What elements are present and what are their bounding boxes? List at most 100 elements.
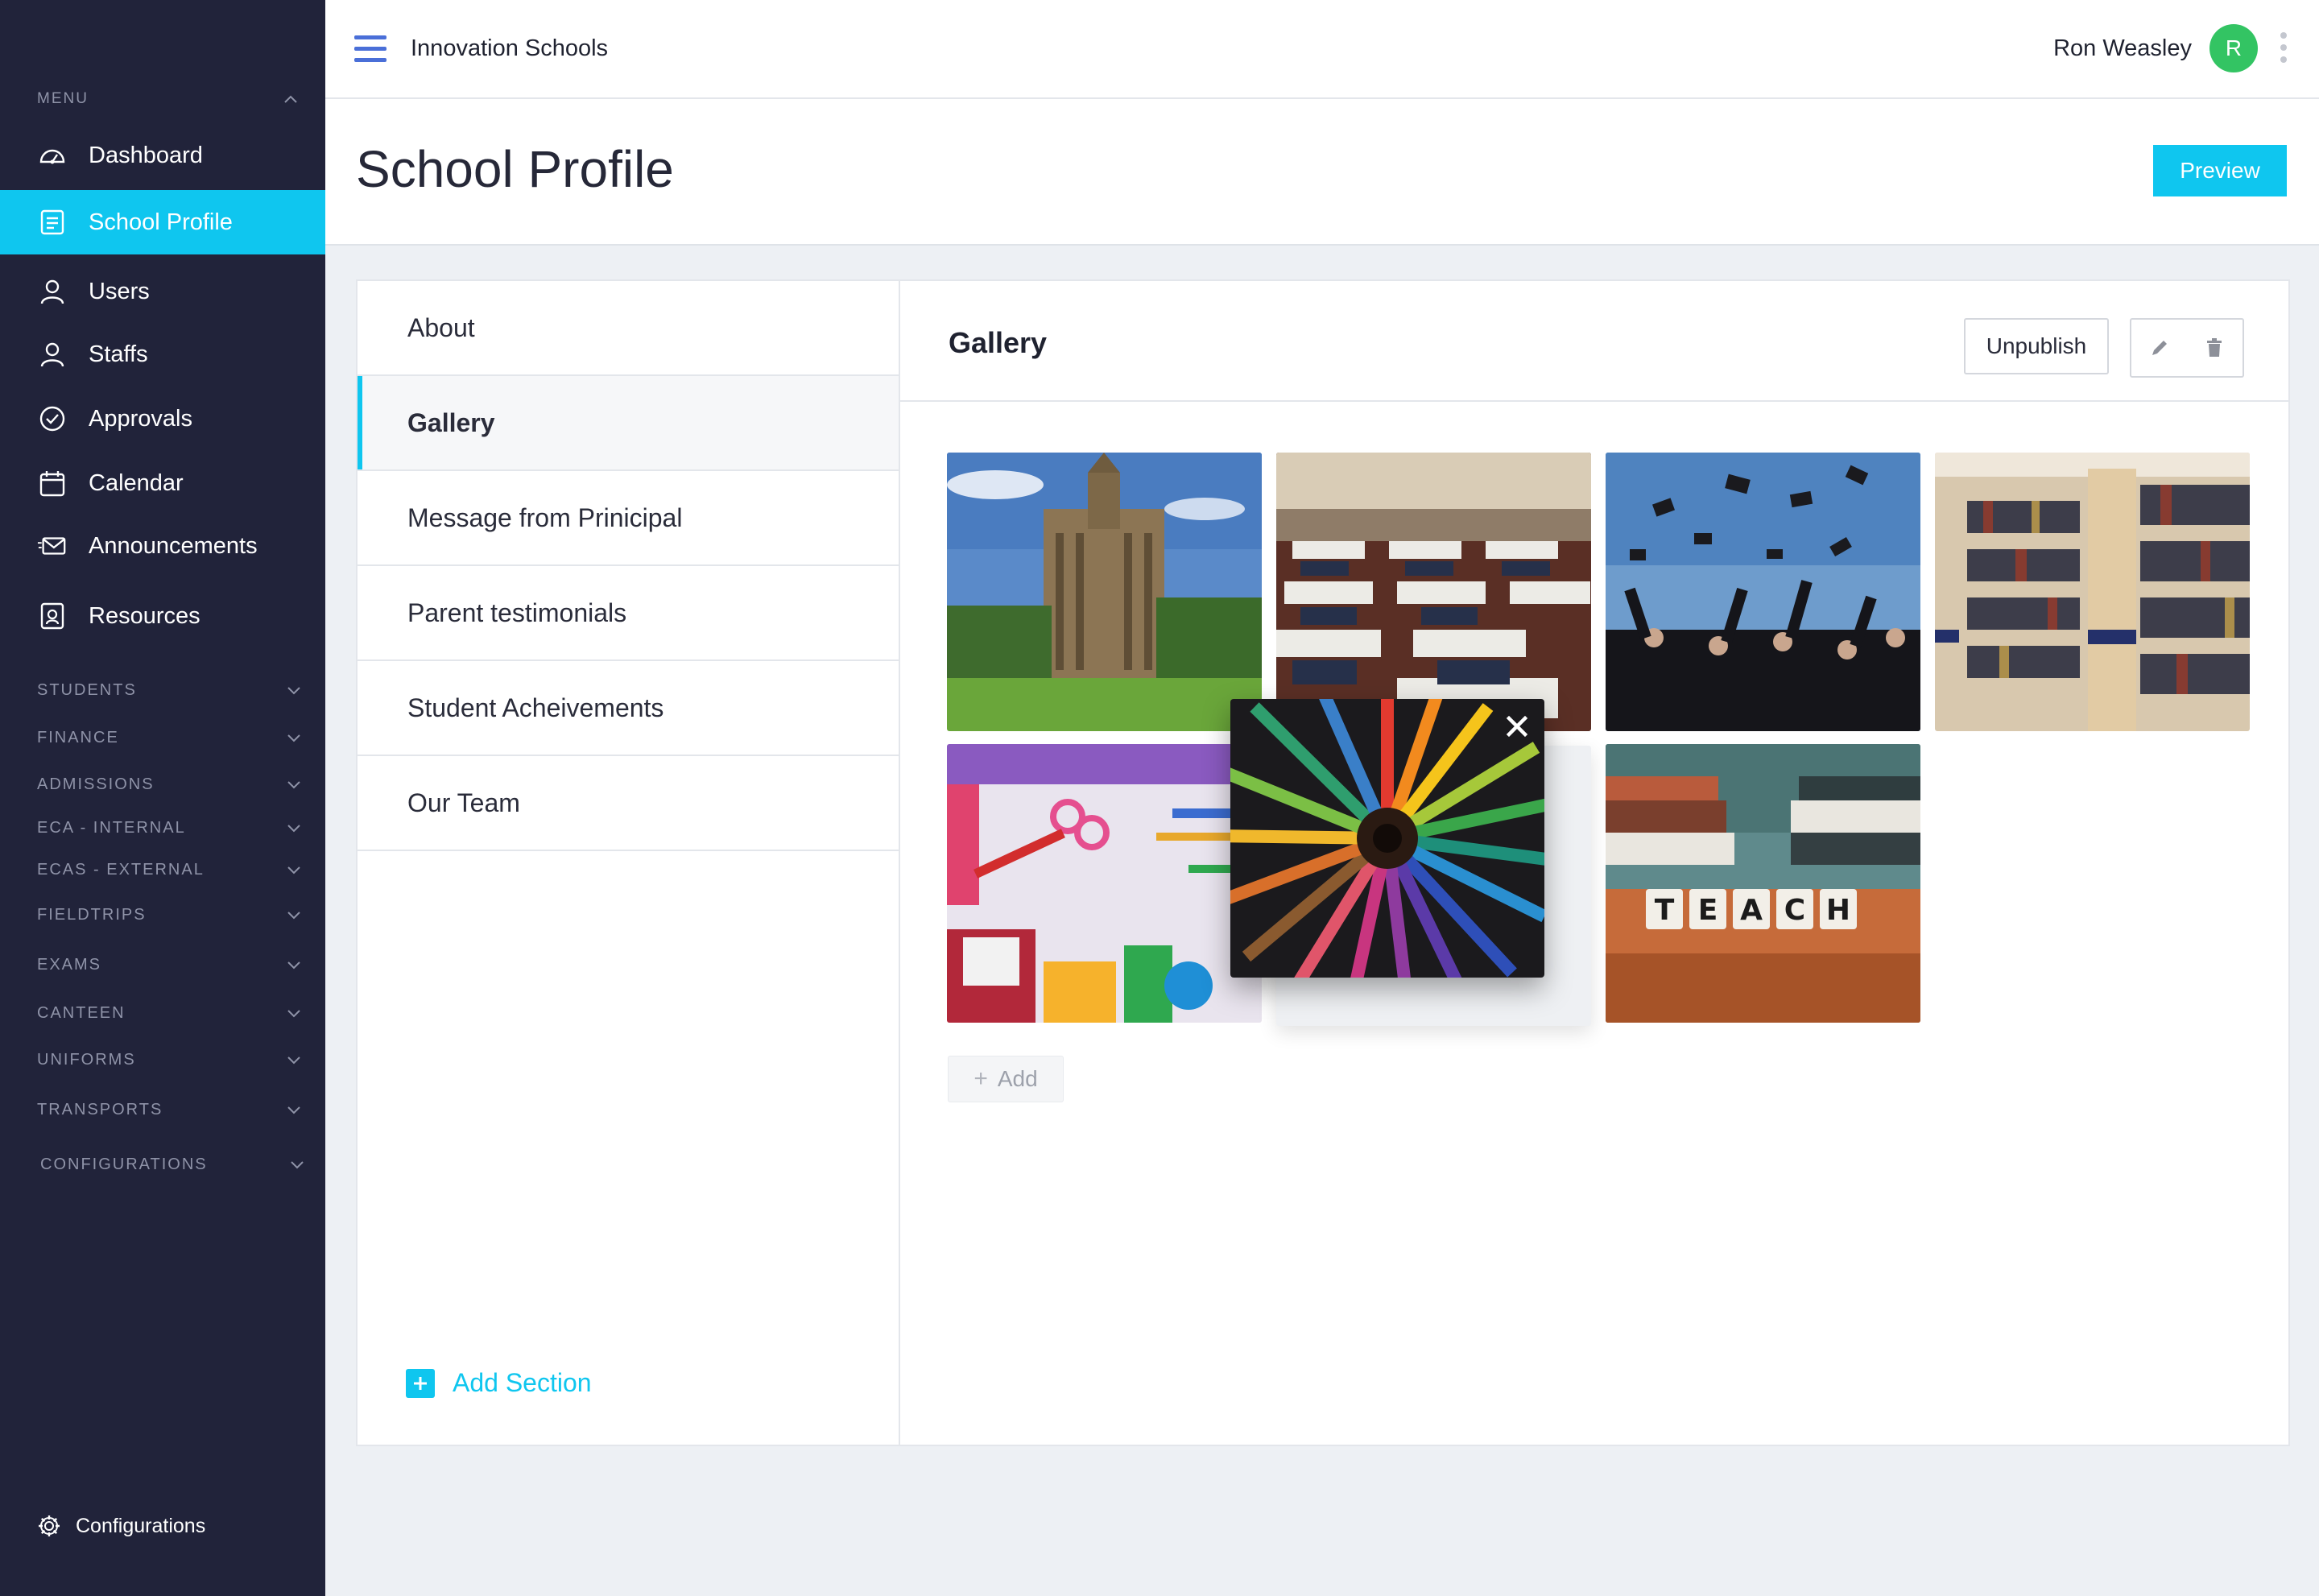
sections-panel: About Gallery Message from Prinicipal Pa… bbox=[356, 279, 900, 1446]
gallery-image-supplies[interactable] bbox=[947, 744, 1262, 1023]
chevron-down-icon bbox=[287, 961, 300, 970]
edit-button[interactable] bbox=[2130, 318, 2189, 378]
classroom-image bbox=[1276, 453, 1591, 731]
university-building-image bbox=[947, 453, 1262, 731]
chevron-up-icon[interactable] bbox=[282, 91, 300, 109]
chevron-down-icon bbox=[287, 687, 300, 695]
dragging-image-pencils[interactable] bbox=[1230, 699, 1544, 978]
gear-icon bbox=[39, 1515, 60, 1536]
nav-resources[interactable]: Resources bbox=[0, 584, 325, 648]
section-student-achievements[interactable]: Student Acheivements bbox=[358, 661, 900, 756]
gallery-header: Gallery Unpublish bbox=[900, 281, 2288, 402]
calendar-icon bbox=[37, 468, 68, 498]
configurations-link[interactable]: Configurations bbox=[37, 1514, 205, 1538]
nav-users[interactable]: Users bbox=[0, 259, 325, 324]
group-canteen[interactable]: CANTEEN bbox=[37, 999, 303, 1027]
gallery-image-teach[interactable]: TEACH bbox=[1606, 744, 1920, 1023]
chevron-down-icon bbox=[287, 1056, 300, 1065]
group-label: FIELDTRIPS bbox=[37, 905, 147, 924]
chevron-down-icon bbox=[287, 1010, 300, 1018]
nav-label: Staffs bbox=[89, 341, 148, 367]
add-section-button[interactable]: Add Section bbox=[406, 1368, 592, 1398]
section-about[interactable]: About bbox=[358, 281, 900, 376]
nav-label: Users bbox=[89, 278, 150, 304]
avatar[interactable]: R bbox=[2209, 24, 2258, 72]
trash-icon bbox=[2207, 338, 2222, 357]
hamburger-menu-icon[interactable] bbox=[354, 35, 386, 63]
group-label: ECA - INTERNAL bbox=[37, 818, 186, 837]
nav-label: Dashboard bbox=[89, 142, 203, 168]
nav-approvals[interactable]: Approvals bbox=[0, 387, 325, 451]
gallery-image-graduation[interactable] bbox=[1606, 453, 1920, 731]
chevron-down-icon bbox=[287, 912, 300, 920]
top-bar: Innovation Schools Ron Weasley R bbox=[325, 0, 2319, 99]
group-eca-internal[interactable]: ECA - INTERNAL bbox=[37, 813, 303, 842]
section-label: Our Team bbox=[407, 788, 520, 817]
section-label: Parent testimonials bbox=[407, 597, 627, 627]
user-icon bbox=[37, 276, 68, 307]
add-image-button[interactable]: + Add bbox=[948, 1056, 1064, 1102]
svg-text:C: C bbox=[1784, 894, 1805, 927]
school-supplies-image bbox=[947, 744, 1262, 1023]
group-label: ECAS - EXTERNAL bbox=[37, 860, 205, 879]
group-transports[interactable]: TRANSPORTS bbox=[37, 1095, 303, 1124]
user-name[interactable]: Ron Weasley bbox=[2053, 35, 2192, 62]
section-label: Message from Prinicipal bbox=[407, 502, 683, 532]
section-parent-testimonials[interactable]: Parent testimonials bbox=[358, 566, 900, 661]
svg-text:E: E bbox=[1698, 894, 1718, 927]
more-options-icon[interactable] bbox=[2279, 32, 2288, 68]
gallery-title: Gallery bbox=[949, 326, 1048, 359]
group-ecas-external[interactable]: ECAS - EXTERNAL bbox=[37, 855, 303, 884]
close-icon[interactable] bbox=[1503, 712, 1532, 741]
group-fieldtrips[interactable]: FIELDTRIPS bbox=[37, 900, 303, 929]
group-label: CANTEEN bbox=[37, 1003, 126, 1022]
group-uniforms[interactable]: UNIFORMS bbox=[37, 1045, 303, 1074]
teach-blocks-image: TEACH bbox=[1606, 744, 1920, 1023]
gallery-image-classroom[interactable] bbox=[1276, 453, 1591, 731]
section-label: Student Acheivements bbox=[407, 693, 664, 722]
sidebar: MENU Dashboard School Profile Users Staf… bbox=[0, 0, 325, 1596]
profile-icon bbox=[37, 207, 68, 238]
chevron-down-icon bbox=[291, 1161, 304, 1169]
mail-icon bbox=[37, 531, 68, 561]
section-message-from-principal[interactable]: Message from Prinicipal bbox=[358, 471, 900, 566]
nav-school-profile[interactable]: School Profile bbox=[0, 190, 325, 254]
user-icon bbox=[37, 339, 68, 370]
nav-dashboard[interactable]: Dashboard bbox=[0, 123, 325, 188]
svg-text:H: H bbox=[1826, 894, 1850, 927]
library-shelves-image bbox=[1935, 453, 2250, 731]
plus-icon bbox=[406, 1368, 435, 1398]
add-section-label: Add Section bbox=[453, 1368, 592, 1397]
gallery-image-university[interactable] bbox=[947, 453, 1262, 731]
group-admissions[interactable]: ADMISSIONS bbox=[37, 770, 303, 799]
section-our-team[interactable]: Our Team bbox=[358, 756, 900, 851]
graduation-caps-image bbox=[1606, 453, 1920, 731]
chevron-down-icon bbox=[287, 866, 300, 874]
section-gallery[interactable]: Gallery bbox=[358, 376, 900, 471]
configurations-label: Configurations bbox=[76, 1514, 206, 1537]
colored-pencils-image bbox=[1230, 699, 1544, 978]
nav-staffs[interactable]: Staffs bbox=[0, 322, 325, 387]
nav-label: Resources bbox=[89, 602, 200, 629]
group-label: CONFIGURATIONS bbox=[40, 1155, 208, 1173]
group-finance[interactable]: FINANCE bbox=[37, 723, 303, 752]
unpublish-button[interactable]: Unpublish bbox=[1964, 318, 2109, 374]
group-configurations[interactable]: CONFIGURATIONS bbox=[40, 1150, 306, 1179]
group-exams[interactable]: EXAMS bbox=[37, 950, 303, 979]
nav-announcements[interactable]: Announcements bbox=[0, 514, 325, 578]
svg-text:A: A bbox=[1740, 894, 1763, 927]
nav-calendar[interactable]: Calendar bbox=[0, 451, 325, 515]
title-bar: School Profile Preview bbox=[325, 99, 2319, 246]
preview-button[interactable]: Preview bbox=[2153, 145, 2287, 196]
delete-button[interactable] bbox=[2186, 318, 2244, 378]
group-label: EXAMS bbox=[37, 955, 102, 974]
gallery-image-library[interactable] bbox=[1935, 453, 2250, 731]
group-students[interactable]: STUDENTS bbox=[37, 676, 303, 705]
chevron-down-icon bbox=[287, 1106, 300, 1114]
resources-icon bbox=[37, 601, 68, 631]
chevron-down-icon bbox=[287, 781, 300, 789]
menu-label: MENU bbox=[37, 90, 89, 107]
group-label: STUDENTS bbox=[37, 680, 137, 699]
nav-label: Calendar bbox=[89, 469, 184, 496]
dashboard-icon bbox=[37, 140, 68, 171]
